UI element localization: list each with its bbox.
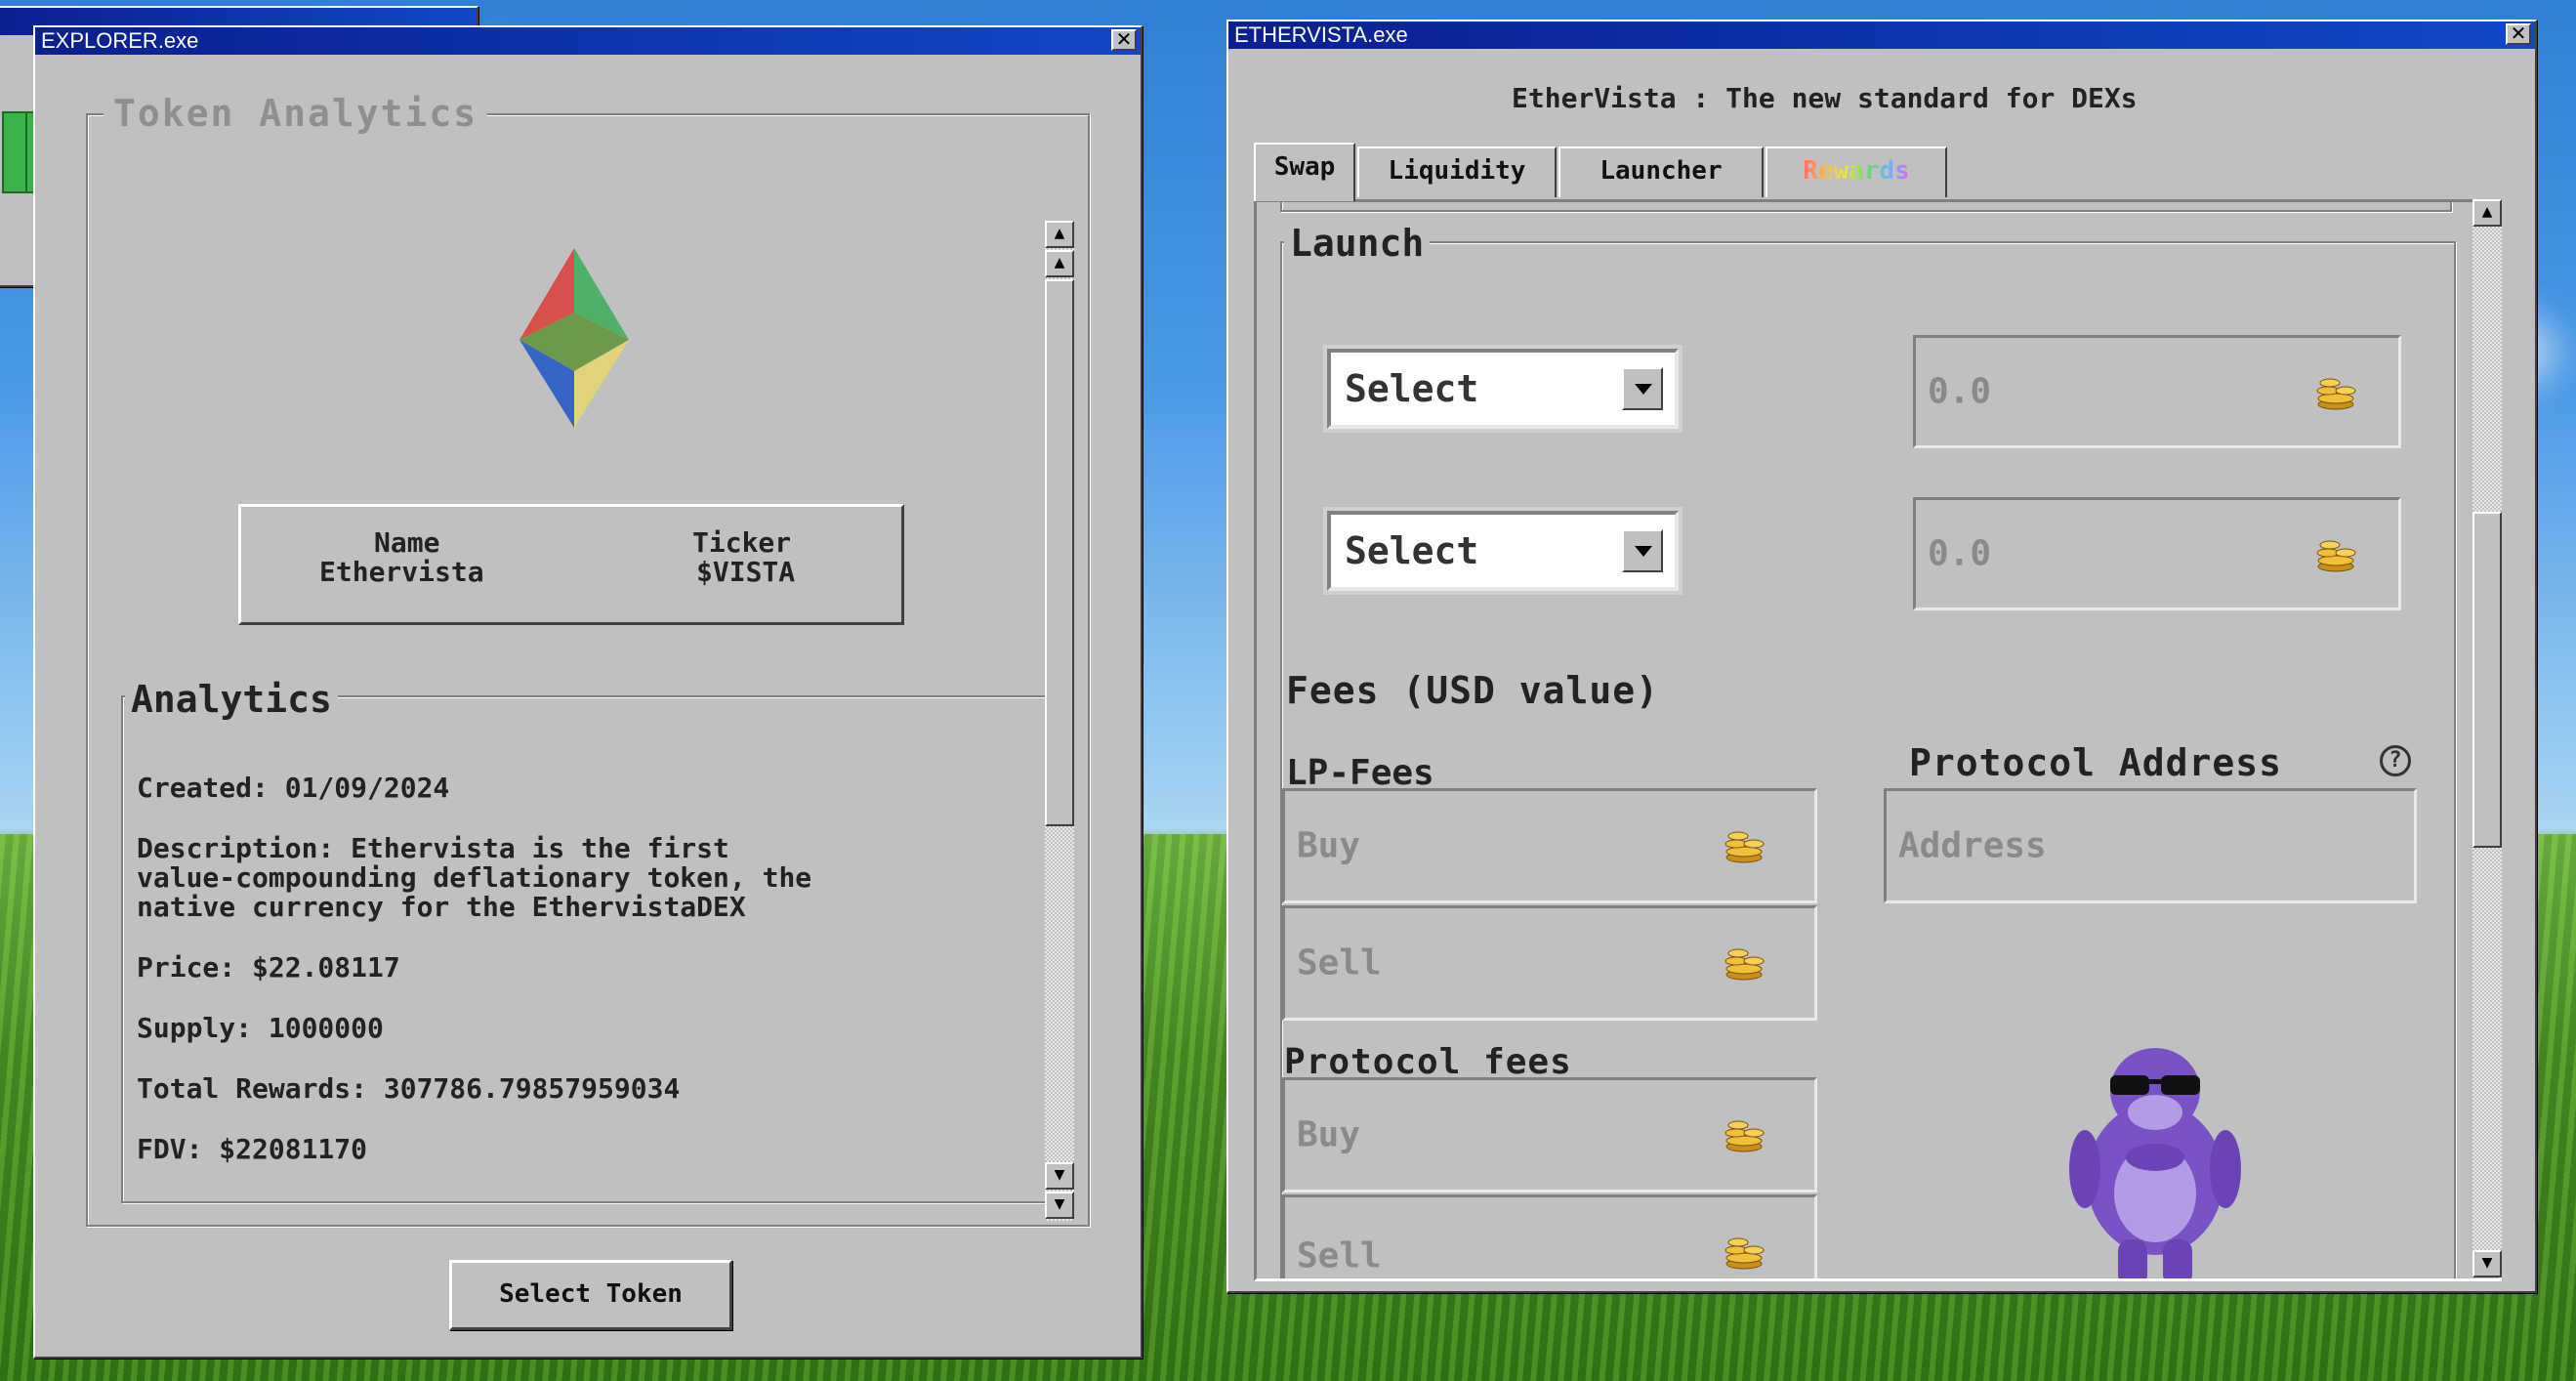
ethervista-titlebar[interactable]: ETHERVISTA.exe ✕ (1228, 21, 2535, 49)
lp-buy-fee-placeholder: Buy (1297, 825, 1361, 866)
help-icon[interactable]: ? (2380, 745, 2411, 776)
arrow-down-icon: ▼ (1054, 1196, 1065, 1212)
arrow-up-icon: ▲ (1054, 255, 1065, 271)
tab-bar: Swap Liquidity Launcher Rewards (1254, 143, 2230, 201)
coins-icon (2316, 378, 2356, 410)
tab-swap[interactable]: Swap (1254, 143, 1355, 201)
token-select-1[interactable]: Select (1327, 349, 1679, 429)
headline: EtherVista : The new standard for DEXs (1512, 82, 2138, 114)
purple-gorilla-mascot-icon (2069, 1048, 2241, 1278)
lp-buy-fee-input[interactable]: Buy (1282, 788, 1817, 903)
tab-launcher[interactable]: Launcher (1558, 146, 1764, 197)
explorer-window[interactable]: EXPLORER.exe ✕ Token Analytics Name Ethe… (33, 25, 1143, 1359)
background-window-bar (2, 111, 27, 193)
fdv: FDV: $22081170 (137, 1133, 368, 1165)
description-line: value-compounding deflationary token, th… (137, 861, 812, 894)
scroll-up-button[interactable]: ▲ (1045, 250, 1074, 277)
chevron-down-icon[interactable] (1622, 529, 1663, 572)
price: Price: $22.08117 (137, 951, 400, 983)
amount-input-1-placeholder: 0.0 (1928, 371, 1992, 412)
ethervista-close-button[interactable]: ✕ (2506, 23, 2531, 45)
protocol-buy-fee-input[interactable]: Buy (1282, 1077, 1817, 1193)
ethervista-title: ETHERVISTA.exe (1234, 22, 1408, 47)
token-select-2-value: Select (1345, 529, 1479, 572)
fees-title: Fees (USD value) (1286, 669, 1660, 712)
supply: Supply: 1000000 (137, 1012, 384, 1044)
coins-icon (1724, 1120, 1765, 1152)
ticker-value: $VISTA (696, 556, 796, 588)
coins-icon (1724, 831, 1765, 863)
explorer-scrollbar[interactable]: ▲ ▲ ▼ ▼ (1045, 221, 1074, 1221)
arrow-up-icon: ▲ (1054, 226, 1065, 241)
ethervista-scrollbar[interactable]: ▲ ▼ (2472, 199, 2502, 1277)
arrow-down-icon: ▼ (2481, 1255, 2493, 1271)
scroll-down-button[interactable]: ▼ (2472, 1250, 2502, 1277)
amount-input-1[interactable]: 0.0 (1913, 335, 2401, 448)
close-icon: ✕ (2510, 21, 2527, 45)
upper-section-edge (1280, 202, 2452, 212)
token-info-box: Name Ethervista Ticker $VISTA (238, 504, 904, 625)
protocol-sell-fee-input[interactable]: Sell (1282, 1194, 1817, 1278)
description-line: native currency for the EthervistaDEX (137, 891, 746, 923)
amount-input-2-placeholder: 0.0 (1928, 533, 1992, 574)
created-date: Created: 01/09/2024 (137, 772, 450, 804)
arrow-down-icon: ▼ (1054, 1167, 1065, 1183)
arrow-up-icon: ▲ (2481, 204, 2493, 220)
scroll-up-button[interactable]: ▲ (1045, 221, 1074, 248)
scroll-thumb[interactable] (2472, 512, 2502, 848)
coins-icon (1724, 948, 1765, 981)
token-analytics-title: Token Analytics (104, 92, 488, 135)
select-token-button[interactable]: Select Token (449, 1260, 732, 1330)
protocol-address-placeholder: Address (1898, 825, 2047, 866)
total-rewards: Total Rewards: 307786.79857959034 (137, 1072, 681, 1105)
launcher-panel: Launch Select 0.0 Select 0.0 Fees (USD v… (1254, 199, 2502, 1281)
ethereum-logo-icon (519, 248, 629, 428)
lp-sell-fee-input[interactable]: Sell (1282, 905, 1817, 1021)
coins-icon (2316, 540, 2356, 572)
lp-sell-fee-placeholder: Sell (1297, 942, 1382, 983)
scroll-thumb[interactable] (1045, 279, 1074, 826)
ticker-header: Ticker (692, 526, 792, 559)
launch-title: Launch (1284, 222, 1431, 265)
explorer-title: EXPLORER.exe (41, 28, 199, 53)
explorer-titlebar[interactable]: EXPLORER.exe ✕ (35, 27, 1141, 55)
close-icon: ✕ (1115, 27, 1133, 51)
description-line: Description: Ethervista is the first (137, 832, 729, 864)
protocol-sell-fee-placeholder: Sell (1297, 1235, 1382, 1276)
protocol-address-title: Protocol Address (1909, 741, 2283, 784)
tab-rewards-label: Rewards (1803, 156, 1910, 186)
protocol-address-input[interactable]: Address (1884, 788, 2417, 903)
protocol-fees-title: Protocol fees (1284, 1042, 1572, 1082)
name-value: Ethervista (319, 556, 484, 588)
scroll-down-button[interactable]: ▼ (1045, 1192, 1074, 1219)
explorer-close-button[interactable]: ✕ (1111, 29, 1137, 51)
ethervista-window[interactable]: ETHERVISTA.exe ✕ EtherVista : The new st… (1226, 20, 2537, 1293)
chevron-down-icon[interactable] (1622, 367, 1663, 410)
tab-liquidity[interactable]: Liquidity (1357, 146, 1557, 197)
lp-fees-title: LP-Fees (1286, 753, 1434, 793)
token-select-1-value: Select (1345, 367, 1479, 410)
protocol-buy-fee-placeholder: Buy (1297, 1114, 1361, 1155)
token-select-2[interactable]: Select (1327, 511, 1679, 591)
name-header: Name (374, 526, 440, 559)
coins-icon (1724, 1237, 1765, 1270)
tab-rewards[interactable]: Rewards (1766, 146, 1947, 197)
scroll-down-button[interactable]: ▼ (1045, 1162, 1074, 1190)
scroll-up-button[interactable]: ▲ (2472, 199, 2502, 227)
analytics-title: Analytics (125, 678, 338, 721)
amount-input-2[interactable]: 0.0 (1913, 497, 2401, 610)
